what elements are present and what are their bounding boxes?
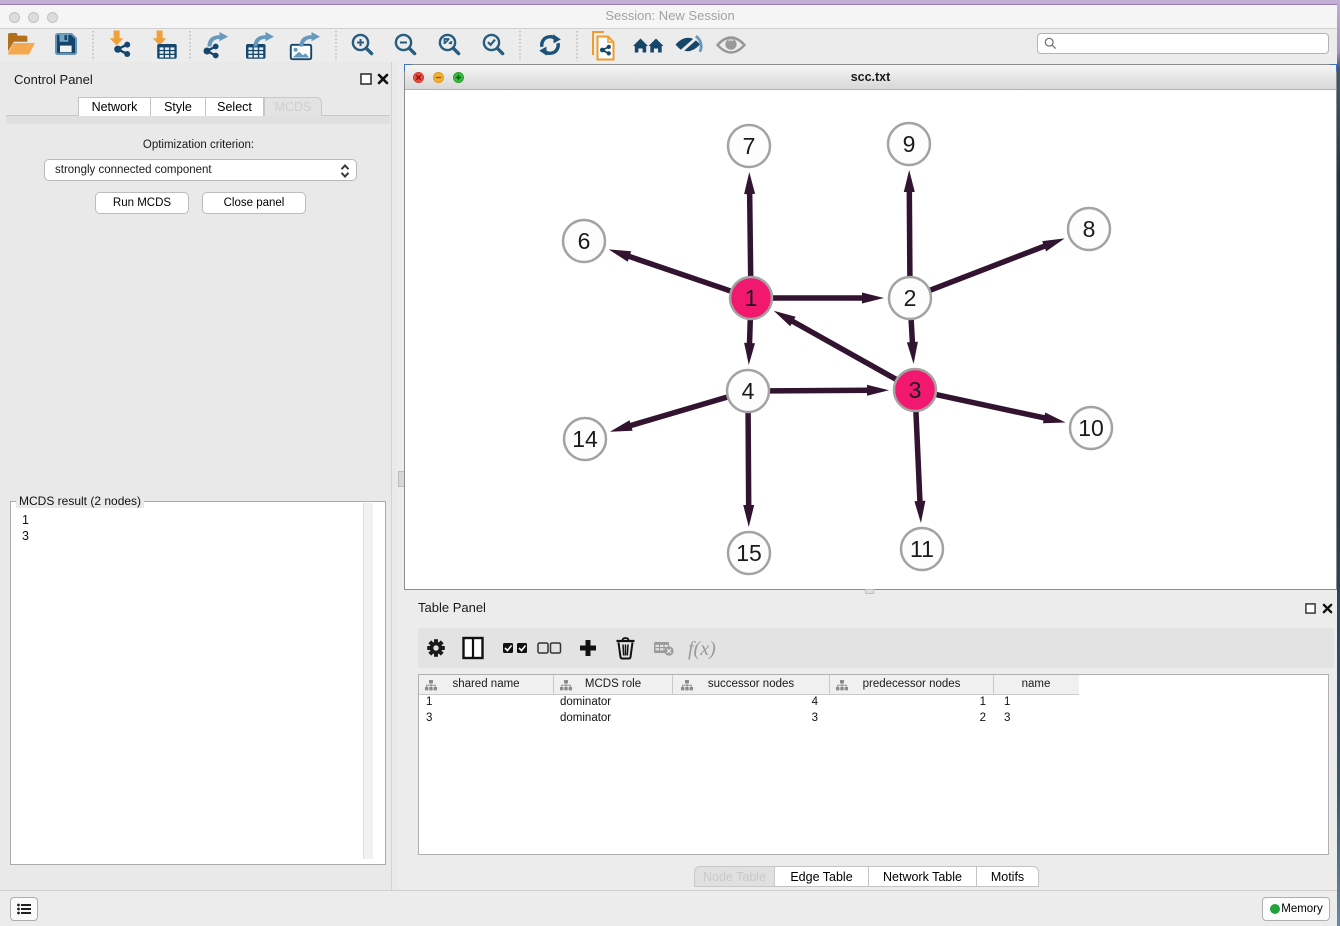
svg-text:3: 3 [909, 377, 922, 403]
svg-text:4: 4 [742, 378, 755, 404]
svg-text:1: 1 [745, 285, 758, 311]
svg-text:15: 15 [736, 540, 762, 566]
svg-text:f(x): f(x) [688, 638, 716, 660]
svg-text:11: 11 [910, 536, 934, 562]
svg-text:8: 8 [1083, 216, 1096, 242]
svg-text:9: 9 [903, 131, 916, 157]
svg-text:7: 7 [743, 133, 756, 159]
svg-text:6: 6 [578, 228, 591, 254]
svg-text:14: 14 [572, 426, 598, 452]
svg-text:2: 2 [904, 285, 917, 311]
svg-text:10: 10 [1078, 415, 1104, 441]
